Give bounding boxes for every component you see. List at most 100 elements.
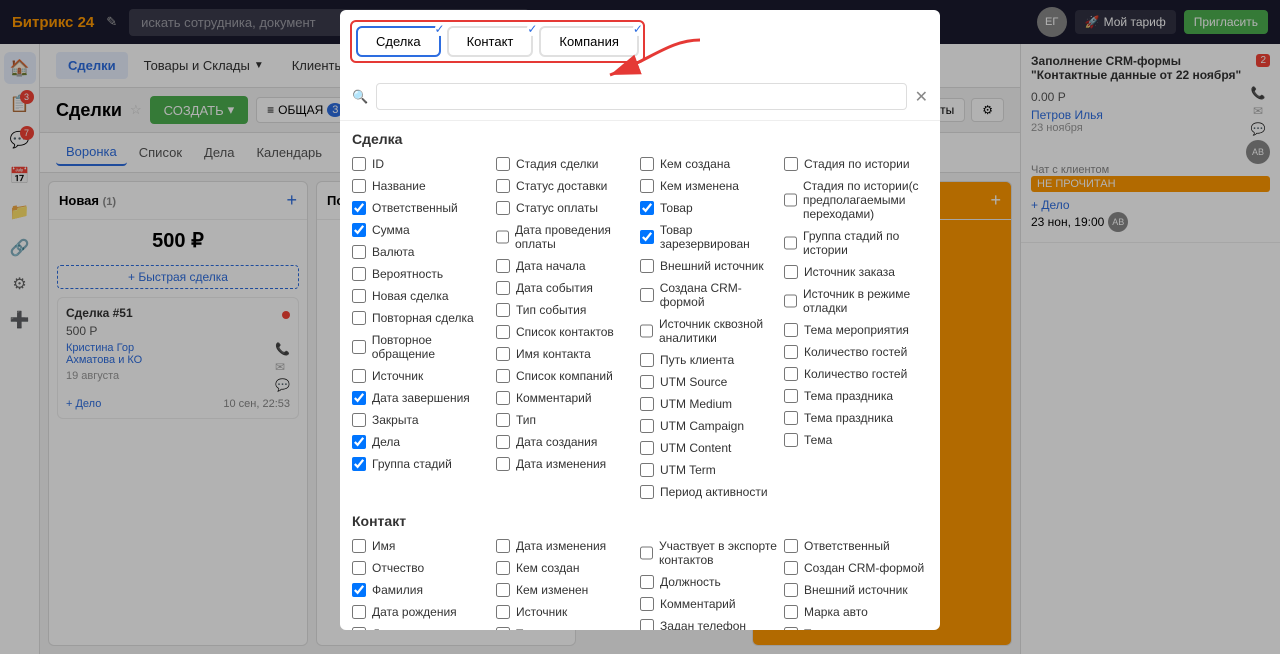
tab-company-check: ✓ [633,22,643,36]
checkbox-repeat[interactable] [352,311,366,325]
checkbox-creator[interactable] [496,561,510,575]
checkbox-sum[interactable] [352,223,366,237]
checkbox-activity[interactable] [640,485,654,499]
checkbox-source[interactable] [352,369,366,383]
deal-item-delivery: Статус доставки [496,175,640,197]
checkbox-comment[interactable] [496,391,510,405]
checkbox-paydate[interactable] [496,230,509,244]
checkbox-crmform[interactable] [640,288,654,302]
checkbox-holiday2[interactable] [784,411,798,425]
checkbox-utm-med[interactable] [640,397,654,411]
checkbox-evttheme[interactable] [784,323,798,337]
checkbox-mid[interactable] [352,561,366,575]
contact-item-src: Источник [496,601,640,623]
deal-item-currency: Валюта [352,241,496,263]
checkbox-currency[interactable] [352,245,366,259]
checkbox-companies[interactable] [496,369,510,383]
checkbox-prob[interactable] [352,267,366,281]
checkbox-debug[interactable] [784,294,797,308]
deal-item-hist1: Стадия по истории [784,153,928,175]
deal-item-debug: Источник в режиме отладки [784,283,928,319]
deal-item-eventtype: Тип события [496,299,640,321]
checkbox-created[interactable] [496,435,510,449]
checkbox-ordertype[interactable] [784,265,798,279]
contact-col-1: Имя Отчество Фамилия Дата рождения Дата … [352,535,496,630]
deal-item-extsource: Внешний источник [640,255,784,277]
checkbox-repeat2[interactable] [352,340,366,354]
checkbox-startdate[interactable] [496,259,510,273]
checkbox-car[interactable] [784,605,798,619]
checkbox-tasks[interactable] [352,435,366,449]
checkbox-note[interactable] [640,597,654,611]
modal-search-input[interactable] [376,83,906,110]
checkbox-holiday1[interactable] [784,389,798,403]
checkbox-crmf[interactable] [784,561,798,575]
checkbox-utm-camp[interactable] [640,419,654,433]
checkbox-endtoend[interactable] [640,324,653,338]
checkbox-phone[interactable] [640,619,654,630]
checkbox-fname[interactable] [352,539,366,553]
checkbox-stage[interactable] [496,157,510,171]
checkbox-changed[interactable] [496,457,510,471]
checkbox-resp[interactable] [352,201,366,215]
checkbox-delivery[interactable] [496,179,510,193]
contact-item-modifier: Кем изменен [496,579,640,601]
checkbox-contacts[interactable] [496,325,510,339]
checkbox-mdate[interactable] [496,539,510,553]
section-contact-title: Контакт [340,503,940,535]
modal-close-button[interactable]: ✕ [915,87,928,107]
modal-dialog: Сделка ✓ Контакт ✓ Компания ✓ 🔍 ✕ Сделка… [340,10,940,630]
checkbox-id[interactable] [352,157,366,171]
checkbox-guests1[interactable] [784,345,798,359]
checkbox-export[interactable] [640,546,653,560]
checkbox-changedby[interactable] [640,179,654,193]
contact-item-transport: Тип транспорта [784,623,928,630]
checkbox-utm-term[interactable] [640,463,654,477]
checkbox-closed[interactable] [352,413,366,427]
checkbox-new[interactable] [352,289,366,303]
checkbox-src[interactable] [496,605,510,619]
checkbox-product[interactable] [640,201,654,215]
checkbox-utm-cont[interactable] [640,441,654,455]
contact-item-export: Участвует в экспорте контактов [640,535,784,571]
checkbox-cdate[interactable] [352,627,366,630]
deal-item-prob: Вероятность [352,263,496,285]
checkbox-eventtype[interactable] [496,303,510,317]
deal-col-3: Кем создана Кем изменена Товар Товар зар… [640,153,784,503]
checkbox-transport[interactable] [784,627,798,630]
deal-item-utm-camp: UTM Campaign [640,415,784,437]
modal-tab-company[interactable]: Компания ✓ [539,26,639,57]
checkbox-lname[interactable] [352,583,366,597]
checkbox-utm-src[interactable] [640,375,654,389]
checkbox-bday[interactable] [352,605,366,619]
checkbox-enddate[interactable] [352,391,366,405]
checkbox-hist3[interactable] [784,236,797,250]
checkbox-contactname[interactable] [496,347,510,361]
modal-tab-deal[interactable]: Сделка ✓ [356,26,441,57]
checkbox-guests2[interactable] [784,367,798,381]
checkbox-hist2[interactable] [784,193,797,207]
deal-item-utm-src: UTM Source [640,371,784,393]
checkbox-payment[interactable] [496,201,510,215]
checkbox-owner[interactable] [784,539,798,553]
checkbox-type[interactable] [496,413,510,427]
checkbox-createdby[interactable] [640,157,654,171]
checkbox-extsource[interactable] [640,259,654,273]
checkbox-reserved[interactable] [640,230,654,244]
deal-item-stage: Стадия сделки [496,153,640,175]
contact-item-note: Комментарий [640,593,784,615]
modal-tab-contact[interactable]: Контакт ✓ [447,26,534,57]
checkbox-ctype[interactable] [496,627,510,630]
contact-col-3: Участвует в экспорте контактов Должность… [640,535,784,630]
checkbox-eventdate[interactable] [496,281,510,295]
checkbox-modifier[interactable] [496,583,510,597]
checkbox-theme[interactable] [784,433,798,447]
checkbox-stagegroup[interactable] [352,457,366,471]
checkbox-name[interactable] [352,179,366,193]
modal-overlay[interactable]: Сделка ✓ Контакт ✓ Компания ✓ 🔍 ✕ Сделка… [0,0,1280,654]
deal-item-holiday2: Тема праздника [784,407,928,429]
checkbox-extsrc[interactable] [784,583,798,597]
checkbox-hist1[interactable] [784,157,798,171]
checkbox-pos[interactable] [640,575,654,589]
checkbox-client[interactable] [640,353,654,367]
